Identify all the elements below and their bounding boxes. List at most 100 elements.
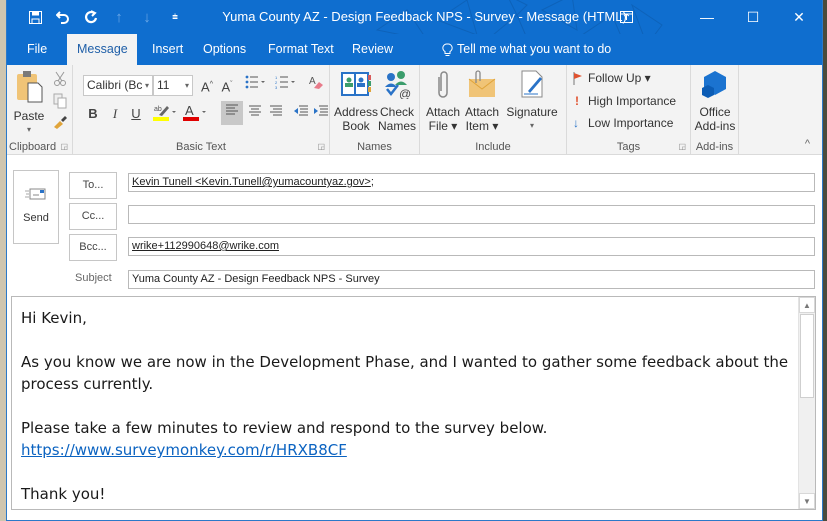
font-size-value: 11: [157, 78, 170, 92]
font-size-dropdown-icon[interactable]: ▾: [185, 76, 189, 95]
numbering-button[interactable]: 123: [273, 74, 299, 96]
basic-text-group-label: Basic Text: [176, 141, 226, 153]
title-bar: ↑ ↓ ⩧ Yuma County AZ - Design Feedback N…: [7, 0, 822, 34]
low-importance-icon: ↓: [573, 116, 579, 130]
clear-formatting-button[interactable]: A: [306, 74, 326, 96]
to-field[interactable]: Kevin Tunell <Kevin.Tunell@yumacountyaz.…: [128, 173, 815, 192]
tags-launcher-icon[interactable]: ◲: [678, 142, 686, 151]
subject-field[interactable]: Yuma County AZ - Design Feedback NPS - S…: [128, 270, 815, 289]
font-size-combo[interactable]: 11 ▾: [153, 75, 193, 96]
shrink-font-button[interactable]: Aˇ: [217, 74, 237, 96]
increase-indent-button[interactable]: [311, 102, 331, 124]
check-names-label-2: Names: [377, 119, 416, 133]
tab-file[interactable]: File: [17, 34, 57, 65]
paste-button[interactable]: Paste ▾: [11, 69, 47, 137]
office-addins-button[interactable]: Office Add-ins: [693, 69, 737, 133]
group-tags: Follow Up ▾ ! High Importance ↓ Low Impo…: [567, 65, 691, 155]
office-addins-icon: [702, 71, 726, 98]
italic-button[interactable]: I: [105, 103, 125, 125]
survey-link[interactable]: https://www.surveymonkey.com/r/HRXB8CF: [21, 441, 347, 459]
tab-format-text[interactable]: Format Text: [258, 34, 344, 65]
signature-button[interactable]: Signature ▾: [502, 69, 562, 133]
scroll-up-icon[interactable]: ▲: [799, 297, 815, 313]
align-left-button[interactable]: [221, 101, 243, 125]
addins-group-label: Add-ins: [695, 141, 734, 153]
check-names-label-1: Check: [379, 105, 414, 119]
attach-file-label-2: File ▾: [428, 119, 458, 133]
attach-item-icon: [468, 70, 496, 97]
tab-insert[interactable]: Insert: [142, 34, 193, 65]
collapse-ribbon-icon[interactable]: ^: [805, 138, 810, 150]
message-body-text: Hi Kevin, As you know we are now in the …: [21, 307, 795, 509]
attach-item-label-1: Attach: [464, 105, 500, 119]
format-painter-button[interactable]: [52, 115, 68, 129]
paste-dropdown-icon[interactable]: ▾: [11, 123, 47, 137]
cc-button[interactable]: Cc...: [69, 203, 117, 230]
address-book-label-2: Book: [342, 119, 370, 133]
tab-review[interactable]: Review: [342, 34, 403, 65]
scroll-thumb[interactable]: [800, 314, 814, 398]
body-scrollbar[interactable]: ▲ ▼: [798, 297, 815, 509]
attach-file-label-1: Attach: [425, 105, 461, 119]
to-separator: ;: [370, 176, 374, 188]
font-name-dropdown-icon[interactable]: ▾: [145, 76, 149, 95]
minimize-button[interactable]: —: [684, 0, 730, 34]
clipboard-launcher-icon[interactable]: ◲: [60, 142, 68, 151]
scroll-down-icon[interactable]: ▼: [799, 493, 815, 509]
close-button[interactable]: ✕: [776, 0, 822, 34]
align-center-icon: [249, 105, 261, 116]
bullets-button[interactable]: [243, 74, 269, 96]
group-include: Attach File ▾ Attach Item ▾ Signature ▾ …: [420, 65, 567, 155]
office-addins-label-1: Office: [699, 105, 731, 119]
underline-button[interactable]: U: [126, 103, 146, 125]
bcc-recipient[interactable]: wrike+112990648@wrike.com: [132, 240, 279, 252]
tell-me-text: Tell me what you want to do: [457, 42, 612, 56]
to-button[interactable]: To...: [69, 172, 117, 199]
align-center-button[interactable]: [245, 102, 265, 124]
basic-text-launcher-icon[interactable]: ◲: [317, 142, 325, 151]
group-addins: Office Add-ins Add-ins: [691, 65, 739, 155]
window-controls: — ☐ ✕: [598, 0, 822, 34]
grow-font-button[interactable]: A^: [197, 74, 217, 96]
copy-button[interactable]: [53, 93, 67, 109]
high-importance-label: High Importance: [588, 94, 677, 108]
to-recipient[interactable]: Kevin Tunell <Kevin.Tunell@yumacountyaz.…: [132, 176, 371, 188]
bold-button[interactable]: B: [83, 103, 103, 125]
svg-text:@: @: [399, 87, 411, 99]
send-button[interactable]: Send: [13, 170, 59, 244]
tab-options[interactable]: Options: [193, 34, 256, 65]
follow-up-button[interactable]: Follow Up ▾: [573, 71, 651, 85]
signature-icon: [521, 70, 543, 98]
highlight-button[interactable]: ab: [153, 102, 179, 124]
svg-text:A: A: [309, 76, 316, 87]
include-group-label: Include: [475, 141, 511, 153]
format-painter-icon: [54, 116, 67, 129]
numbering-icon: 123: [275, 75, 295, 90]
high-importance-button[interactable]: ! High Importance: [575, 94, 676, 108]
low-importance-label: Low Importance: [588, 116, 674, 130]
align-right-button[interactable]: [266, 102, 286, 124]
cc-field[interactable]: [128, 205, 815, 224]
font-color-button[interactable]: A: [183, 102, 209, 124]
ribbon-display-options-icon[interactable]: [598, 0, 654, 34]
decrease-indent-button[interactable]: [291, 102, 311, 124]
bcc-field[interactable]: wrike+112990648@wrike.com: [128, 237, 815, 256]
increase-indent-icon: [314, 105, 328, 116]
shrink-font-icon: A: [221, 79, 231, 95]
attach-item-button[interactable]: Attach Item ▾: [462, 69, 502, 133]
check-names-button[interactable]: @ Check Names: [376, 69, 418, 133]
address-book-icon: [341, 72, 371, 96]
cut-button[interactable]: [53, 71, 67, 87]
tab-message[interactable]: Message: [67, 34, 137, 65]
maximize-button[interactable]: ☐: [730, 0, 776, 34]
attach-file-button[interactable]: Attach File ▾: [424, 69, 462, 133]
low-importance-button[interactable]: ↓ Low Importance: [573, 116, 673, 130]
svg-text:ab: ab: [154, 106, 162, 113]
bcc-button[interactable]: Bcc...: [69, 234, 117, 261]
tell-me-box[interactable]: Tell me what you want to do: [442, 34, 611, 65]
address-book-button[interactable]: Address Book: [334, 69, 378, 133]
signature-dropdown-icon[interactable]: ▾: [502, 119, 562, 133]
body-greeting: Hi Kevin,: [21, 309, 87, 327]
message-body-editor[interactable]: Hi Kevin, As you know we are now in the …: [11, 296, 816, 510]
font-name-combo[interactable]: Calibri (Bc ▾: [83, 75, 153, 96]
